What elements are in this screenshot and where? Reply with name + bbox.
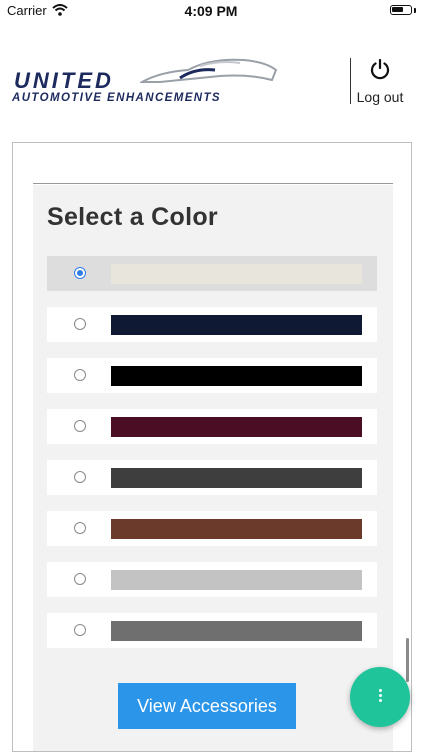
color-option[interactable] <box>47 409 377 444</box>
color-swatch <box>111 621 362 641</box>
color-radio[interactable] <box>74 420 86 432</box>
color-radio[interactable] <box>74 624 86 636</box>
color-option[interactable] <box>47 256 377 291</box>
brand-logo: UNITED AUTOMOTIVE ENHANCEMENTS <box>10 56 280 108</box>
power-icon <box>370 58 390 80</box>
color-swatch <box>111 264 362 284</box>
header-divider <box>350 58 351 104</box>
battery-cap <box>414 8 416 13</box>
status-bar: Carrier 4:09 PM <box>0 0 422 24</box>
logout-label: Log out <box>356 89 404 105</box>
color-swatch <box>111 417 362 437</box>
color-radio[interactable] <box>74 318 86 330</box>
page-title: Select a Color <box>47 203 218 231</box>
color-option[interactable] <box>47 613 377 648</box>
scrollbar[interactable] <box>406 638 409 682</box>
color-swatch <box>111 468 362 488</box>
car-silhouette-icon <box>140 58 278 83</box>
view-accessories-button[interactable]: View Accessories <box>118 683 296 729</box>
color-radio[interactable] <box>74 369 86 381</box>
color-panel: Select a Color <box>33 185 393 751</box>
more-vertical-icon <box>379 689 382 705</box>
color-radio[interactable] <box>74 471 86 483</box>
color-option[interactable] <box>47 307 377 342</box>
color-card: Select a Color <box>12 142 412 752</box>
battery-level <box>392 7 403 12</box>
battery-icon <box>390 5 412 15</box>
app-header: UNITED AUTOMOTIVE ENHANCEMENTS Log out <box>0 40 422 120</box>
logo-title: UNITED <box>14 68 114 93</box>
color-radio[interactable] <box>74 522 86 534</box>
logout-button[interactable]: Log out <box>352 58 408 105</box>
color-option[interactable] <box>47 460 377 495</box>
divider <box>33 183 393 184</box>
color-swatch <box>111 570 362 590</box>
logo-subtitle: AUTOMOTIVE ENHANCEMENTS <box>12 92 221 104</box>
more-options-button[interactable] <box>350 667 410 727</box>
color-swatch <box>111 519 362 539</box>
color-radio[interactable] <box>74 573 86 585</box>
color-radio[interactable] <box>74 267 86 279</box>
color-option[interactable] <box>47 562 377 597</box>
color-swatch <box>111 366 362 386</box>
color-option[interactable] <box>47 358 377 393</box>
color-swatch <box>111 315 362 335</box>
color-option[interactable] <box>47 511 377 546</box>
clock: 4:09 PM <box>184 3 238 19</box>
